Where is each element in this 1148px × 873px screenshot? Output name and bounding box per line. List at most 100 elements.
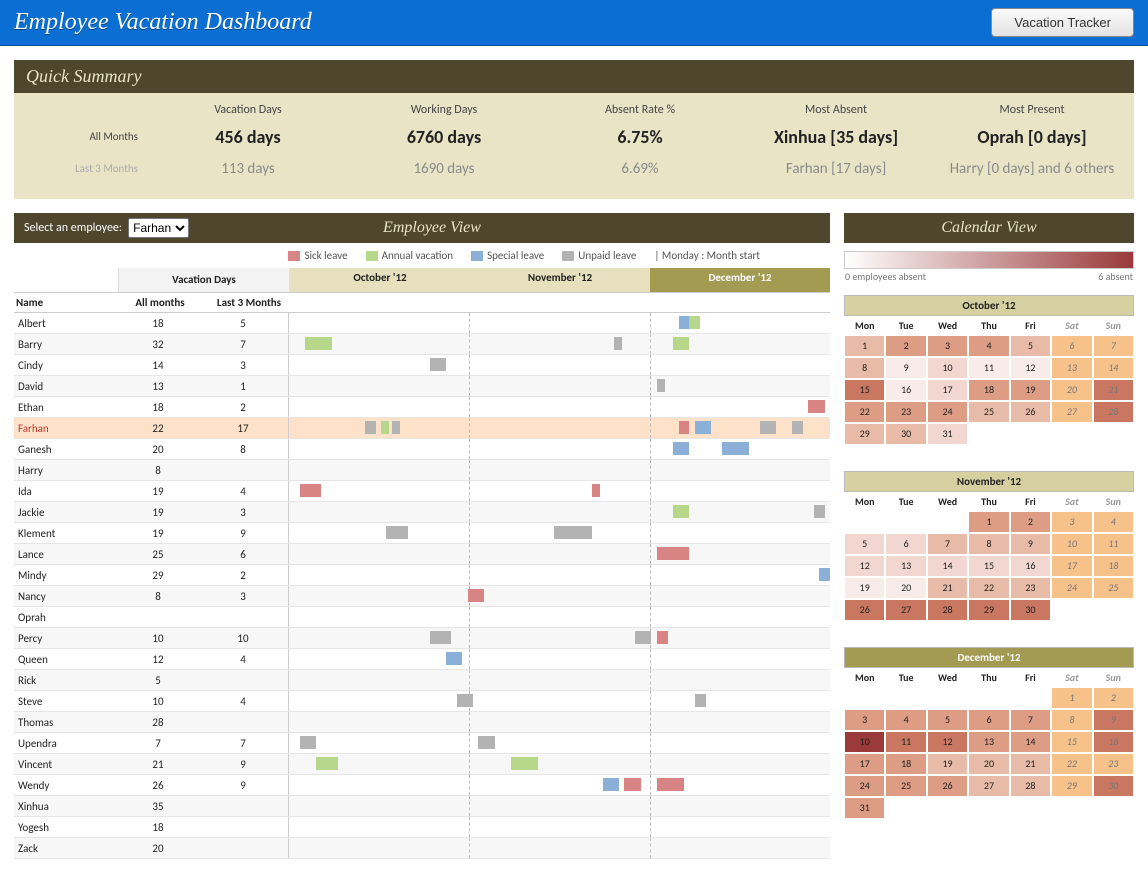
employee-row[interactable]: Ida194	[14, 481, 830, 502]
calendar-day[interactable]: 31	[927, 423, 968, 445]
calendar-day[interactable]: 20	[968, 753, 1009, 775]
employee-row[interactable]: David131	[14, 376, 830, 397]
employee-row[interactable]: Queen124	[14, 649, 830, 670]
calendar-day[interactable]: 19	[1010, 379, 1051, 401]
employee-row[interactable]: Yogesh18	[14, 817, 830, 838]
calendar-day[interactable]: 22	[844, 401, 885, 423]
employee-row[interactable]: Jackie193	[14, 502, 830, 523]
calendar-day[interactable]: 28	[927, 599, 968, 621]
calendar-day[interactable]: 14	[1010, 731, 1051, 753]
calendar-day[interactable]: 17	[1051, 555, 1092, 577]
calendar-day[interactable]: 4	[968, 335, 1009, 357]
calendar-day[interactable]: 23	[1093, 753, 1134, 775]
calendar-day[interactable]: 30	[1093, 775, 1134, 797]
calendar-day[interactable]: 29	[968, 599, 1009, 621]
employee-row[interactable]: Steve104	[14, 691, 830, 712]
calendar-day[interactable]: 14	[927, 555, 968, 577]
employee-row[interactable]: Wendy269	[14, 775, 830, 796]
calendar-day[interactable]: 8	[844, 357, 885, 379]
calendar-day[interactable]: 1	[968, 511, 1009, 533]
employee-row[interactable]: Rick5	[14, 670, 830, 691]
calendar-day[interactable]: 31	[844, 797, 885, 819]
calendar-day[interactable]: 26	[927, 775, 968, 797]
calendar-day[interactable]: 24	[844, 775, 885, 797]
calendar-day[interactable]: 22	[968, 577, 1009, 599]
calendar-day[interactable]: 26	[1010, 401, 1051, 423]
calendar-day[interactable]: 13	[885, 555, 926, 577]
employee-row[interactable]: Upendra77	[14, 733, 830, 754]
employee-row[interactable]: Lance256	[14, 544, 830, 565]
calendar-day[interactable]: 5	[1010, 335, 1051, 357]
employee-row[interactable]: Oprah	[14, 607, 830, 628]
calendar-day[interactable]: 24	[927, 401, 968, 423]
calendar-day[interactable]: 9	[885, 357, 926, 379]
calendar-day[interactable]: 3	[844, 709, 885, 731]
calendar-day[interactable]: 30	[885, 423, 926, 445]
calendar-day[interactable]: 27	[1051, 401, 1092, 423]
calendar-day[interactable]: 22	[1051, 753, 1092, 775]
employee-select[interactable]: Farhan	[128, 218, 189, 238]
calendar-day[interactable]: 16	[885, 379, 926, 401]
calendar-day[interactable]: 17	[927, 379, 968, 401]
employee-row[interactable]: Barry327	[14, 334, 830, 355]
calendar-day[interactable]: 17	[844, 753, 885, 775]
calendar-day[interactable]: 6	[885, 533, 926, 555]
calendar-day[interactable]: 13	[1051, 357, 1092, 379]
calendar-day[interactable]: 2	[1093, 687, 1134, 709]
calendar-day[interactable]: 4	[885, 709, 926, 731]
calendar-day[interactable]: 25	[885, 775, 926, 797]
employee-row[interactable]: Ganesh208	[14, 439, 830, 460]
calendar-day[interactable]: 16	[1093, 731, 1134, 753]
calendar-day[interactable]: 29	[844, 423, 885, 445]
employee-row[interactable]: Cindy143	[14, 355, 830, 376]
calendar-day[interactable]: 9	[1093, 709, 1134, 731]
calendar-day[interactable]: 5	[844, 533, 885, 555]
calendar-day[interactable]: 10	[927, 357, 968, 379]
calendar-day[interactable]: 21	[927, 577, 968, 599]
employee-row[interactable]: Ethan182	[14, 397, 830, 418]
calendar-day[interactable]: 2	[885, 335, 926, 357]
calendar-day[interactable]: 13	[968, 731, 1009, 753]
calendar-day[interactable]: 14	[1093, 357, 1134, 379]
employee-row[interactable]: Albert185	[14, 313, 830, 334]
vacation-tracker-button[interactable]: Vacation Tracker	[991, 8, 1134, 37]
calendar-day[interactable]: 27	[885, 599, 926, 621]
calendar-day[interactable]: 18	[1093, 555, 1134, 577]
calendar-day[interactable]: 28	[1010, 775, 1051, 797]
calendar-day[interactable]: 26	[844, 599, 885, 621]
calendar-day[interactable]: 1	[1051, 687, 1092, 709]
calendar-day[interactable]: 7	[1093, 335, 1134, 357]
calendar-day[interactable]: 21	[1010, 753, 1051, 775]
calendar-day[interactable]: 11	[968, 357, 1009, 379]
employee-row[interactable]: Percy1010	[14, 628, 830, 649]
calendar-day[interactable]: 15	[1051, 731, 1092, 753]
employee-row[interactable]: Farhan2217	[14, 418, 830, 439]
calendar-day[interactable]: 11	[1093, 533, 1134, 555]
calendar-day[interactable]: 29	[1051, 775, 1092, 797]
calendar-day[interactable]: 7	[927, 533, 968, 555]
calendar-day[interactable]: 23	[1010, 577, 1051, 599]
calendar-day[interactable]: 18	[885, 753, 926, 775]
calendar-day[interactable]: 15	[844, 379, 885, 401]
calendar-day[interactable]: 8	[968, 533, 1009, 555]
calendar-day[interactable]: 20	[885, 577, 926, 599]
calendar-day[interactable]: 8	[1051, 709, 1092, 731]
calendar-day[interactable]: 23	[885, 401, 926, 423]
employee-row[interactable]: Zack20	[14, 838, 830, 859]
calendar-day[interactable]: 7	[1010, 709, 1051, 731]
calendar-day[interactable]: 11	[885, 731, 926, 753]
calendar-day[interactable]: 12	[927, 731, 968, 753]
calendar-day[interactable]: 18	[968, 379, 1009, 401]
calendar-day[interactable]: 25	[968, 401, 1009, 423]
calendar-day[interactable]: 12	[844, 555, 885, 577]
calendar-day[interactable]: 3	[927, 335, 968, 357]
employee-row[interactable]: Nancy83	[14, 586, 830, 607]
calendar-day[interactable]: 16	[1010, 555, 1051, 577]
employee-row[interactable]: Thomas28	[14, 712, 830, 733]
calendar-day[interactable]: 28	[1093, 401, 1134, 423]
calendar-day[interactable]: 3	[1051, 511, 1092, 533]
calendar-day[interactable]: 19	[844, 577, 885, 599]
calendar-day[interactable]: 10	[1051, 533, 1092, 555]
calendar-day[interactable]: 6	[1051, 335, 1092, 357]
employee-row[interactable]: Mindy292	[14, 565, 830, 586]
